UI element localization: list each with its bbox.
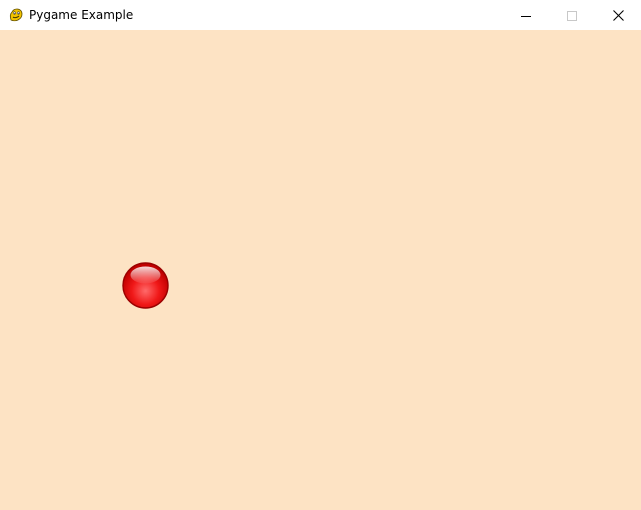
title-bar[interactable]: Pygame Example [0,0,641,30]
minimize-icon [521,6,531,25]
maximize-button[interactable] [549,0,595,30]
close-button[interactable] [595,0,641,30]
maximize-icon [567,6,577,25]
close-icon [612,6,624,25]
red-ball-icon [122,262,169,309]
pygame-snake-icon [8,7,24,23]
minimize-button[interactable] [503,0,549,30]
window-title: Pygame Example [29,8,134,22]
pygame-window: Pygame Example [0,0,641,510]
game-canvas[interactable] [0,30,641,510]
